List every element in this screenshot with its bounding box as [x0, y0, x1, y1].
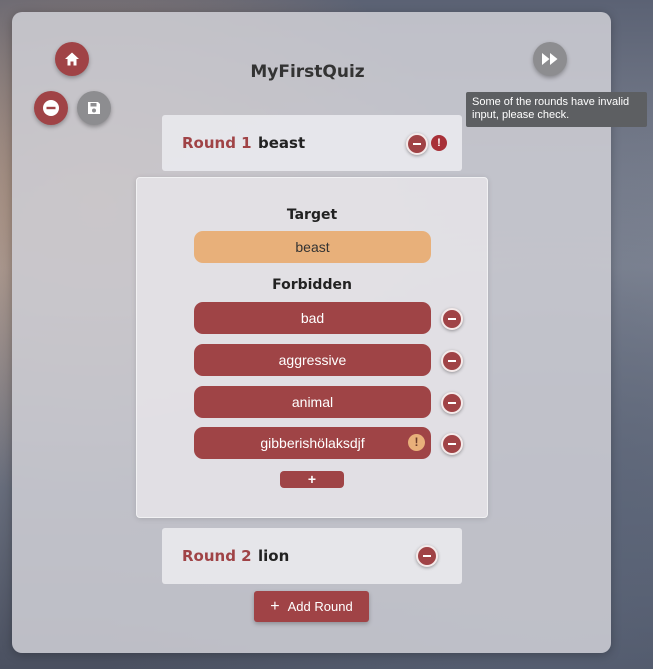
remove-forbidden-button[interactable]: [441, 350, 463, 372]
remove-round-button[interactable]: [416, 545, 438, 567]
round-label: Round 1: [182, 134, 252, 152]
minus-circle-icon: [43, 100, 59, 116]
remove-quiz-button[interactable]: [34, 91, 68, 125]
add-round-label: Add Round: [287, 599, 353, 614]
minus-icon: [448, 318, 456, 320]
round-label: Round 2: [182, 547, 252, 565]
minus-icon: [413, 143, 421, 145]
quiz-title: MyFirstQuiz: [250, 62, 365, 82]
target-input[interactable]: beast: [194, 231, 431, 263]
add-round-button[interactable]: + Add Round: [254, 591, 369, 622]
remove-round-button[interactable]: [406, 133, 428, 155]
target-label: Target: [286, 207, 338, 223]
warning-icon: !: [408, 434, 425, 451]
remove-forbidden-button[interactable]: [441, 433, 463, 455]
floppy-disk-icon: [88, 102, 100, 114]
remove-forbidden-button[interactable]: [441, 392, 463, 414]
forbidden-input[interactable]: bad: [194, 302, 431, 334]
round-word: lion: [258, 547, 290, 565]
round-card-1[interactable]: Round 1 beast !: [162, 115, 462, 171]
invalid-rounds-tooltip: Some of the rounds have invalid input, p…: [466, 92, 647, 127]
minus-icon: [448, 360, 456, 362]
forbidden-input[interactable]: aggressive: [194, 344, 431, 376]
minus-icon: [448, 443, 456, 445]
minus-icon: [423, 555, 431, 557]
plus-icon: +: [270, 597, 280, 615]
add-forbidden-button[interactable]: +: [280, 471, 344, 488]
minus-icon: [448, 402, 456, 404]
forbidden-input[interactable]: animal: [194, 386, 431, 418]
remove-forbidden-button[interactable]: [441, 308, 463, 330]
round-card-2[interactable]: Round 2 lion: [162, 528, 462, 584]
warning-icon: !: [431, 135, 447, 151]
forbidden-input[interactable]: gibberishölaksdjf: [194, 427, 431, 459]
round-word: beast: [258, 134, 306, 152]
save-button[interactable]: [77, 91, 111, 125]
forbidden-label: Forbidden: [272, 277, 352, 293]
round-editor: Target beast Forbidden bad aggressive an…: [136, 177, 488, 518]
